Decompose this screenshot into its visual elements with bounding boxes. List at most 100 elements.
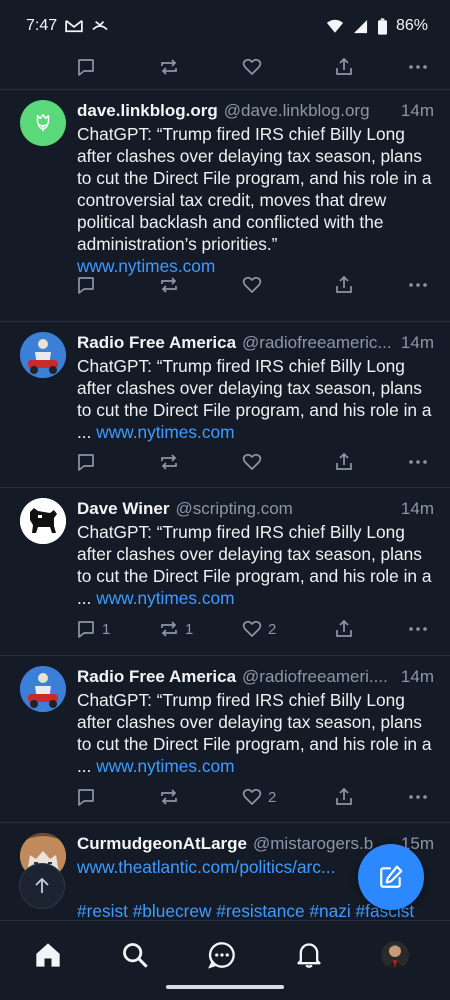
repost-icon [161,277,177,293]
handle[interactable]: @radiofreeameri.... [242,666,397,688]
chat-icon [208,942,235,969]
share-button[interactable] [334,270,354,300]
post-header: Radio Free America @radiofreeameric... 1… [77,332,434,354]
more-icon [409,627,427,631]
more-options-button[interactable] [408,447,428,477]
post-link[interactable]: www.theatlantic.com/politics/arc... [77,857,335,877]
reply-icon [78,59,94,76]
heart-icon [242,453,262,470]
like-button[interactable] [242,270,262,300]
avatar[interactable] [20,332,66,378]
avatar[interactable] [20,666,66,712]
nav-search[interactable] [115,937,155,973]
timeline-feed[interactable]: dave.linkblog.org @dave.linkblog.org 14m… [0,52,450,920]
post-text: ChatGPT: “Trump fired IRS chief Billy Lo… [77,355,434,443]
wifi-icon [326,17,344,35]
feed-post[interactable]: Radio Free America @radiofreeameric... 1… [0,322,450,487]
handle[interactable]: @radiofreeameric... [242,332,397,354]
more-options-button[interactable] [408,52,428,82]
post-actions: 1 1 2 [0,614,450,644]
radio-free-america-avatar [20,332,66,378]
more-options-button[interactable] [408,270,428,300]
share-icon [336,787,352,805]
timestamp: 14m [400,333,434,352]
like-button[interactable] [242,52,262,82]
more-icon [409,65,427,69]
reply-button[interactable] [76,447,96,477]
like-count: 2 [268,620,277,638]
like-button[interactable]: 2 [242,614,276,644]
reply-icon [78,789,94,806]
heart-icon [242,276,262,293]
share-button[interactable] [334,782,354,812]
share-button[interactable] [334,447,354,477]
arrow-up-icon [35,877,49,893]
handle[interactable]: @dave.linkblog.org [224,100,397,122]
feed-post[interactable]: dave.linkblog.org @dave.linkblog.org 14m… [0,90,450,321]
hashtags[interactable]: #resist #bluecrew #resistance #nazi #fas… [77,901,414,920]
share-icon [336,619,352,637]
repost-button[interactable] [159,782,179,812]
post-text: ChatGPT: “Trump fired IRS chief Billy Lo… [77,521,434,609]
timestamp: 14m [400,101,434,120]
feed-post[interactable]: Radio Free America @radiofreeameri.... 1… [0,656,450,822]
bell-icon [297,943,321,968]
home-icon [36,943,60,967]
like-button[interactable]: 2 [242,782,276,812]
heart-icon [242,620,262,637]
display-name[interactable]: CurmudgeonAtLarge [77,833,247,855]
repost-button[interactable] [159,270,179,300]
display-name[interactable]: Radio Free America [77,332,236,354]
repost-icon [161,454,177,470]
compose-button[interactable] [358,844,424,910]
repost-button[interactable] [159,52,179,82]
heart-icon [242,58,262,75]
post-header: dave.linkblog.org @dave.linkblog.org 14m [77,100,434,122]
nav-chat[interactable] [202,937,242,973]
nav-notifications[interactable] [289,937,329,973]
post-text: ChatGPT: “Trump fired IRS chief Billy Lo… [77,689,434,777]
post-text: ChatGPT: “Trump fired IRS chief Billy Lo… [77,123,434,277]
reply-icon [78,277,94,294]
profile-avatar [381,941,409,969]
post-actions [0,270,450,300]
feed-post[interactable]: Dave Winer @scripting.com 14m ChatGPT: “… [0,488,450,655]
search-icon [123,943,148,968]
share-button[interactable] [334,614,354,644]
share-icon [336,452,352,470]
repost-icon [161,789,177,805]
repost-button[interactable] [159,447,179,477]
display-name[interactable]: dave.linkblog.org [77,100,218,122]
display-name[interactable]: Radio Free America [77,666,236,688]
share-icon [336,275,352,293]
reply-button[interactable] [76,52,96,82]
display-name[interactable]: Dave Winer [77,498,169,520]
gesture-handle [166,985,284,989]
scroll-to-top-button[interactable] [19,863,65,909]
more-icon [409,460,427,464]
signal-icon [352,17,370,35]
radio-free-america-avatar [20,666,66,712]
post-link[interactable]: www.nytimes.com [96,756,234,776]
timestamp: 14m [400,667,434,686]
reply-button[interactable] [76,782,96,812]
nav-home[interactable] [28,937,68,973]
reply-button[interactable] [76,270,96,300]
like-button[interactable] [242,447,262,477]
more-icon [409,283,427,287]
more-options-button[interactable] [408,614,428,644]
post-header: Dave Winer @scripting.com 14m [77,498,434,520]
more-options-button[interactable] [408,782,428,812]
reply-button[interactable]: 1 [76,614,110,644]
post-link[interactable]: www.nytimes.com [96,422,234,442]
post-link[interactable]: www.nytimes.com [96,588,234,608]
handle[interactable]: @scripting.com [175,498,396,520]
avatar[interactable] [20,498,66,544]
repost-button[interactable]: 1 [159,614,193,644]
nav-profile[interactable] [375,937,415,973]
share-button[interactable] [334,52,354,82]
compose-icon [380,865,403,888]
post-text-body: ChatGPT: “Trump fired IRS chief Billy Lo… [77,124,432,254]
avatar[interactable] [20,100,66,146]
like-count: 2 [268,788,277,806]
